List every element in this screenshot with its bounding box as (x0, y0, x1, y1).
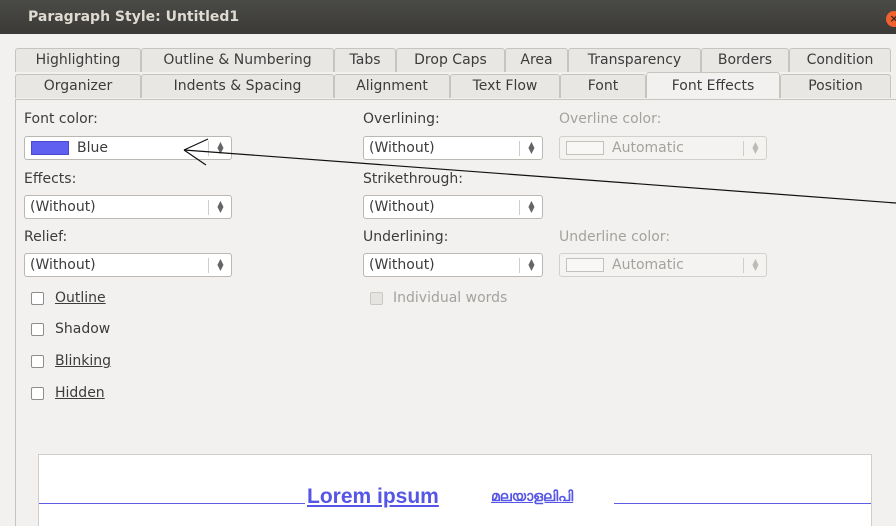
annotation-arrow (183, 138, 896, 204)
